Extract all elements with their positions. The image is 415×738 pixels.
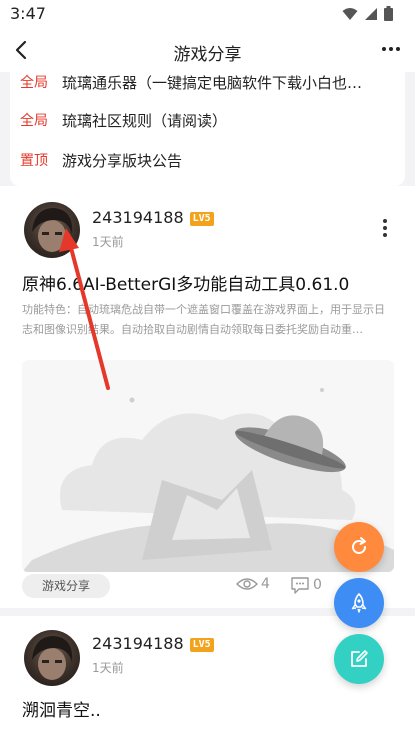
view-count: 4	[236, 576, 270, 592]
author-row: 243194188 LV5	[92, 208, 214, 227]
avatar-photo	[32, 636, 73, 680]
post-menu-icon[interactable]	[381, 218, 389, 238]
notice-title: 琉璃通乐器（一键搞定电脑软件下载小白也…	[62, 73, 363, 92]
notice-item[interactable]: 全局 琉璃通乐器（一键搞定电脑软件下载小白也…	[20, 72, 362, 96]
post-title[interactable]: 原神6.6AI-BetterGI多功能自动工具0.61.0	[22, 270, 349, 295]
avatar-photo	[32, 208, 73, 252]
author-name[interactable]: 243194188	[92, 208, 184, 227]
notice-item[interactable]: 置顶 游戏分享版块公告	[20, 146, 182, 174]
notice-tag: 全局	[20, 113, 48, 129]
post-time: 1天前	[92, 661, 124, 675]
notice-tag: 置顶	[20, 153, 48, 169]
rocket-icon	[351, 593, 367, 613]
comment-count[interactable]: 0	[290, 576, 322, 594]
status-time: 3:47	[10, 4, 46, 23]
post-tag[interactable]: 游戏分享	[22, 574, 111, 598]
status-bar: 3:47	[0, 0, 415, 30]
scroll-top-button[interactable]	[334, 578, 384, 628]
notice-tag: 全局	[20, 75, 48, 91]
notice-item[interactable]: 全局 琉璃社区规则（请阅读）	[20, 106, 227, 134]
avatar[interactable]	[24, 202, 80, 258]
notice-title: 琉璃社区规则（请阅读）	[62, 111, 228, 130]
level-badge: LV5	[189, 212, 214, 226]
avatar[interactable]	[24, 630, 80, 686]
signal-icon	[365, 7, 377, 20]
author-row: 243194188 LV5	[92, 634, 214, 653]
more-options-icon[interactable]	[381, 39, 401, 59]
app-header: 游戏分享	[0, 30, 415, 72]
eye-icon	[236, 578, 258, 590]
status-icons	[342, 6, 393, 21]
refresh-icon	[352, 537, 366, 554]
new-post-button[interactable]	[334, 634, 384, 684]
comment-count-value: 0	[313, 577, 322, 593]
battery-icon	[384, 6, 393, 21]
level-badge: LV5	[189, 638, 214, 652]
notice-title: 游戏分享版块公告	[62, 151, 183, 170]
notice-list: 全局 琉璃通乐器（一键搞定电脑软件下载小白也… 全局 琉璃社区规则（请阅读） 置…	[10, 72, 405, 186]
author-name[interactable]: 243194188	[92, 634, 184, 653]
page-title: 游戏分享	[173, 45, 242, 65]
wifi-icon	[342, 7, 358, 20]
post-excerpt: 功能特色：自动琉璃危战自带一个遮盖窗口覆盖在游戏界面上，用于显示日志和图像识别结…	[22, 303, 385, 336]
view-count-value: 4	[261, 576, 270, 592]
comment-icon	[291, 577, 309, 594]
edit-icon	[351, 650, 368, 667]
refresh-button[interactable]	[334, 522, 384, 572]
post-time: 1天前	[92, 235, 124, 249]
post-title[interactable]: 溯洄青空..	[22, 696, 101, 721]
